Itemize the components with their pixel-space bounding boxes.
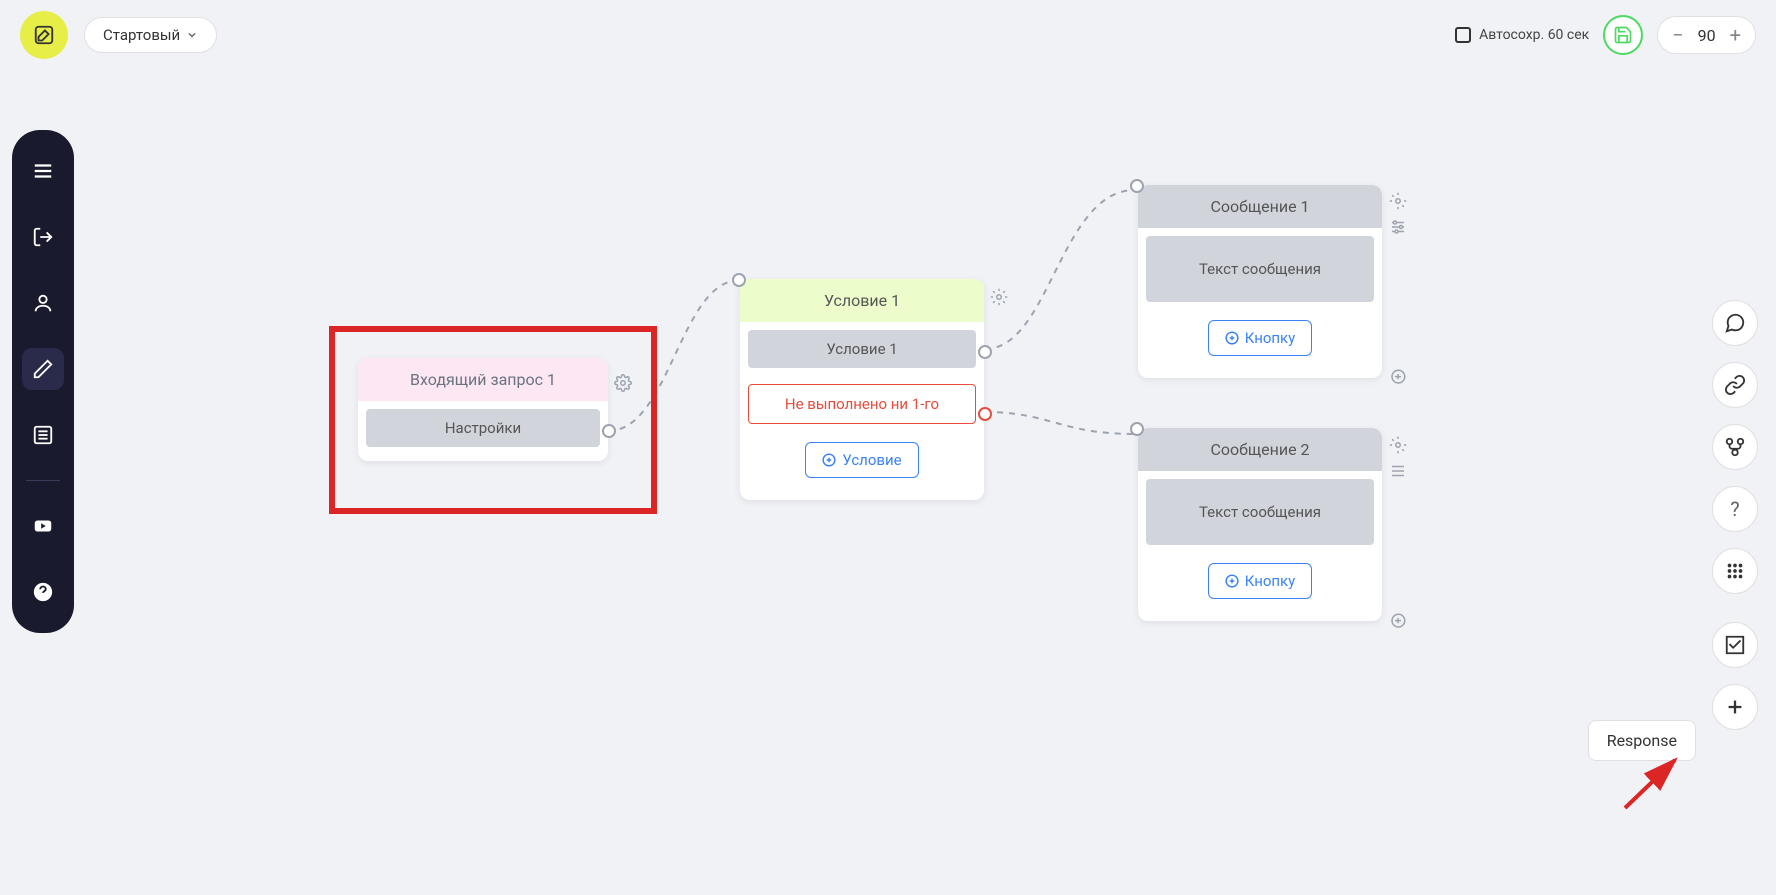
- port-in[interactable]: [1130, 422, 1144, 436]
- node-header: Сообщение 1: [1138, 185, 1382, 228]
- add-button-btn[interactable]: Кнопку: [1208, 563, 1313, 599]
- node-add-msg-button[interactable]: [1389, 368, 1407, 390]
- node-incoming-request[interactable]: Входящий запрос 1 Настройки: [358, 358, 608, 461]
- gear-icon: [1389, 436, 1407, 454]
- node-message-2[interactable]: Сообщение 2 Текст сообщения Кнопку: [1138, 428, 1382, 621]
- message-text-slot[interactable]: Текст сообщения: [1146, 479, 1374, 545]
- gear-icon: [1389, 192, 1407, 210]
- node-title: Условие 1: [824, 291, 900, 310]
- sliders-icon: [1389, 218, 1407, 236]
- plus-circle-icon: [1225, 574, 1239, 588]
- add-button-label: Кнопку: [1245, 329, 1296, 347]
- node-title: Сообщение 1: [1210, 197, 1309, 216]
- sliders-icon: [1389, 462, 1407, 480]
- port-in[interactable]: [1130, 179, 1144, 193]
- add-button-label: Кнопку: [1245, 572, 1296, 590]
- node-body: Текст сообщения Кнопку: [1138, 228, 1382, 378]
- node-body: Настройки: [358, 401, 608, 461]
- chat-plus-icon: [1389, 368, 1407, 386]
- node-header: Сообщение 2: [1138, 428, 1382, 471]
- node-body: Текст сообщения Кнопку: [1138, 471, 1382, 621]
- flow-canvas[interactable]: Входящий запрос 1 Настройки Условие 1 Ус…: [0, 0, 1776, 895]
- node-title: Входящий запрос 1: [410, 370, 556, 389]
- node-message-1[interactable]: Сообщение 1 Текст сообщения Кнопку: [1138, 185, 1382, 378]
- port-in[interactable]: [732, 273, 746, 287]
- gear-icon: [990, 288, 1008, 306]
- node-header: Условие 1: [740, 279, 984, 322]
- node-header: Входящий запрос 1: [358, 358, 608, 401]
- condition-slot[interactable]: Условие 1: [748, 330, 976, 368]
- node-gear-button[interactable]: [1389, 192, 1407, 214]
- port-out[interactable]: [602, 424, 616, 438]
- plus-circle-icon: [822, 453, 836, 467]
- settings-slot[interactable]: Настройки: [366, 409, 600, 447]
- node-sliders-button[interactable]: [1389, 462, 1407, 484]
- node-body: Условие 1 Не выполнено ни 1-го Условие: [740, 322, 984, 500]
- edges-layer: [0, 0, 300, 150]
- port-out-cond[interactable]: [978, 345, 992, 359]
- node-sliders-button[interactable]: [1389, 218, 1407, 240]
- node-gear-button[interactable]: [1389, 436, 1407, 458]
- node-gear-button[interactable]: [990, 288, 1008, 310]
- add-condition-button[interactable]: Условие: [805, 442, 918, 478]
- message-text-slot[interactable]: Текст сообщения: [1146, 236, 1374, 302]
- node-title: Сообщение 2: [1210, 440, 1309, 459]
- plus-circle-icon: [1225, 331, 1239, 345]
- chat-plus-icon: [1389, 612, 1407, 630]
- node-add-msg-button[interactable]: [1389, 612, 1407, 634]
- fallback-slot[interactable]: Не выполнено ни 1-го: [748, 384, 976, 424]
- add-button-btn[interactable]: Кнопку: [1208, 320, 1313, 356]
- gear-icon: [614, 374, 632, 392]
- port-out-fallback[interactable]: [978, 407, 992, 421]
- node-condition[interactable]: Условие 1 Условие 1 Не выполнено ни 1-го…: [740, 279, 984, 500]
- add-condition-label: Условие: [842, 451, 901, 469]
- node-gear-button[interactable]: [614, 374, 632, 396]
